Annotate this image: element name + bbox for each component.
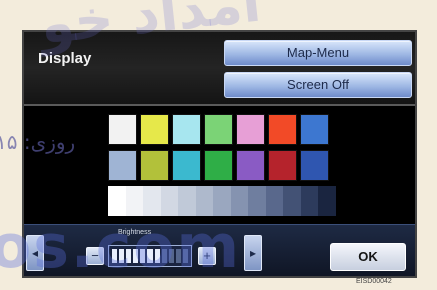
screen-header: Display Map-Menu Screen Off (24, 32, 415, 104)
ok-button[interactable]: OK (330, 243, 406, 271)
header-divider (24, 104, 415, 106)
display-screen: Display Map-Menu Screen Off ◂ Brightness… (22, 30, 417, 278)
grayscale-strip (108, 186, 336, 216)
grayscale-step (248, 186, 266, 216)
grayscale-step (213, 186, 231, 216)
brightness-segment (147, 249, 153, 263)
left-arrow-button[interactable]: ◂ (26, 235, 44, 271)
brightness-segment (168, 249, 174, 263)
brightness-segment (112, 249, 118, 263)
brightness-increase-button[interactable]: + (198, 247, 216, 265)
brightness-segment (161, 249, 167, 263)
grayscale-step (160, 186, 179, 216)
color-swatch[interactable] (236, 114, 265, 145)
brightness-segment (175, 249, 181, 263)
screen-title: Display (38, 50, 92, 67)
color-swatch[interactable] (268, 114, 297, 145)
color-swatch[interactable] (140, 150, 169, 181)
grayscale-step (143, 186, 161, 216)
grayscale-step (178, 186, 196, 216)
page: امداد خو روزی: ۱۵ os.com Display Map-Men… (0, 0, 437, 290)
brightness-decrease-button[interactable]: − (86, 247, 104, 265)
color-palette-row-1 (108, 114, 329, 145)
grayscale-step (195, 186, 214, 216)
reference-code: EISD00042 (356, 278, 392, 285)
color-swatch[interactable] (268, 150, 297, 181)
brightness-segment (126, 249, 132, 263)
grayscale-step (300, 186, 319, 216)
color-swatch[interactable] (108, 114, 137, 145)
brightness-segment (133, 249, 139, 263)
grayscale-step (318, 186, 336, 216)
brightness-segment (119, 249, 125, 263)
brightness-control-bar: ◂ Brightness − + ▸ OK (24, 224, 415, 276)
brightness-segment (182, 249, 189, 263)
map-menu-button[interactable]: Map-Menu (224, 40, 412, 66)
grayscale-step (230, 186, 249, 216)
grayscale-step (265, 186, 284, 216)
color-swatch[interactable] (204, 150, 233, 181)
screen-off-button[interactable]: Screen Off (224, 72, 412, 98)
grayscale-step (125, 186, 144, 216)
color-swatch[interactable] (172, 114, 201, 145)
color-swatch[interactable] (300, 114, 329, 145)
right-arrow-button[interactable]: ▸ (244, 235, 262, 271)
color-swatch[interactable] (172, 150, 201, 181)
grayscale-step (283, 186, 301, 216)
grayscale-step (108, 186, 126, 216)
brightness-label: Brightness (118, 229, 152, 236)
brightness-segment (154, 249, 160, 263)
color-swatch[interactable] (236, 150, 265, 181)
color-swatch[interactable] (204, 114, 233, 145)
brightness-segment (140, 249, 146, 263)
color-palette-row-2 (108, 150, 329, 181)
color-swatch[interactable] (108, 150, 137, 181)
color-swatch[interactable] (300, 150, 329, 181)
brightness-meter (108, 245, 192, 267)
color-swatch[interactable] (140, 114, 169, 145)
